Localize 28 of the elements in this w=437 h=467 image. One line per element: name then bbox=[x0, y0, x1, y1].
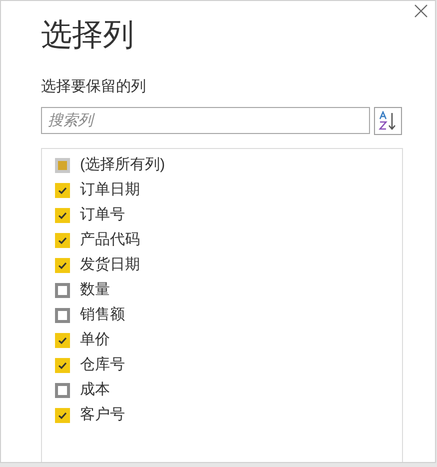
column-label: 单价 bbox=[80, 330, 110, 350]
close-icon[interactable] bbox=[413, 3, 429, 19]
checkbox[interactable] bbox=[55, 358, 70, 373]
checkbox[interactable] bbox=[55, 383, 70, 398]
column-label: 数量 bbox=[80, 280, 110, 300]
checkbox[interactable] bbox=[55, 258, 70, 273]
checkbox[interactable] bbox=[55, 283, 70, 298]
checkbox[interactable] bbox=[55, 208, 70, 223]
checkbox[interactable] bbox=[55, 333, 70, 348]
checkbox[interactable] bbox=[55, 183, 70, 198]
search-field[interactable]: 搜索列 bbox=[41, 107, 370, 134]
checkbox[interactable] bbox=[55, 408, 70, 423]
column-label: 发货日期 bbox=[80, 255, 140, 276]
column-label: 客户号 bbox=[80, 405, 125, 426]
checkbox[interactable] bbox=[55, 233, 70, 248]
dialog-subtitle: 选择要保留的列 bbox=[41, 77, 147, 97]
sort-button[interactable] bbox=[374, 107, 402, 135]
column-label: (选择所有列) bbox=[80, 155, 165, 176]
column-label: 产品代码 bbox=[80, 230, 140, 250]
sort-az-icon bbox=[378, 111, 398, 131]
column-label: 订单号 bbox=[80, 205, 125, 226]
column-label: 订单日期 bbox=[80, 180, 140, 200]
column-label: 销售额 bbox=[80, 305, 125, 326]
dialog-title: 选择列 bbox=[41, 16, 135, 54]
column-label: 成本 bbox=[80, 380, 110, 400]
checkbox[interactable] bbox=[55, 308, 70, 323]
column-label: 仓库号 bbox=[80, 355, 125, 376]
checkbox[interactable] bbox=[55, 158, 70, 173]
